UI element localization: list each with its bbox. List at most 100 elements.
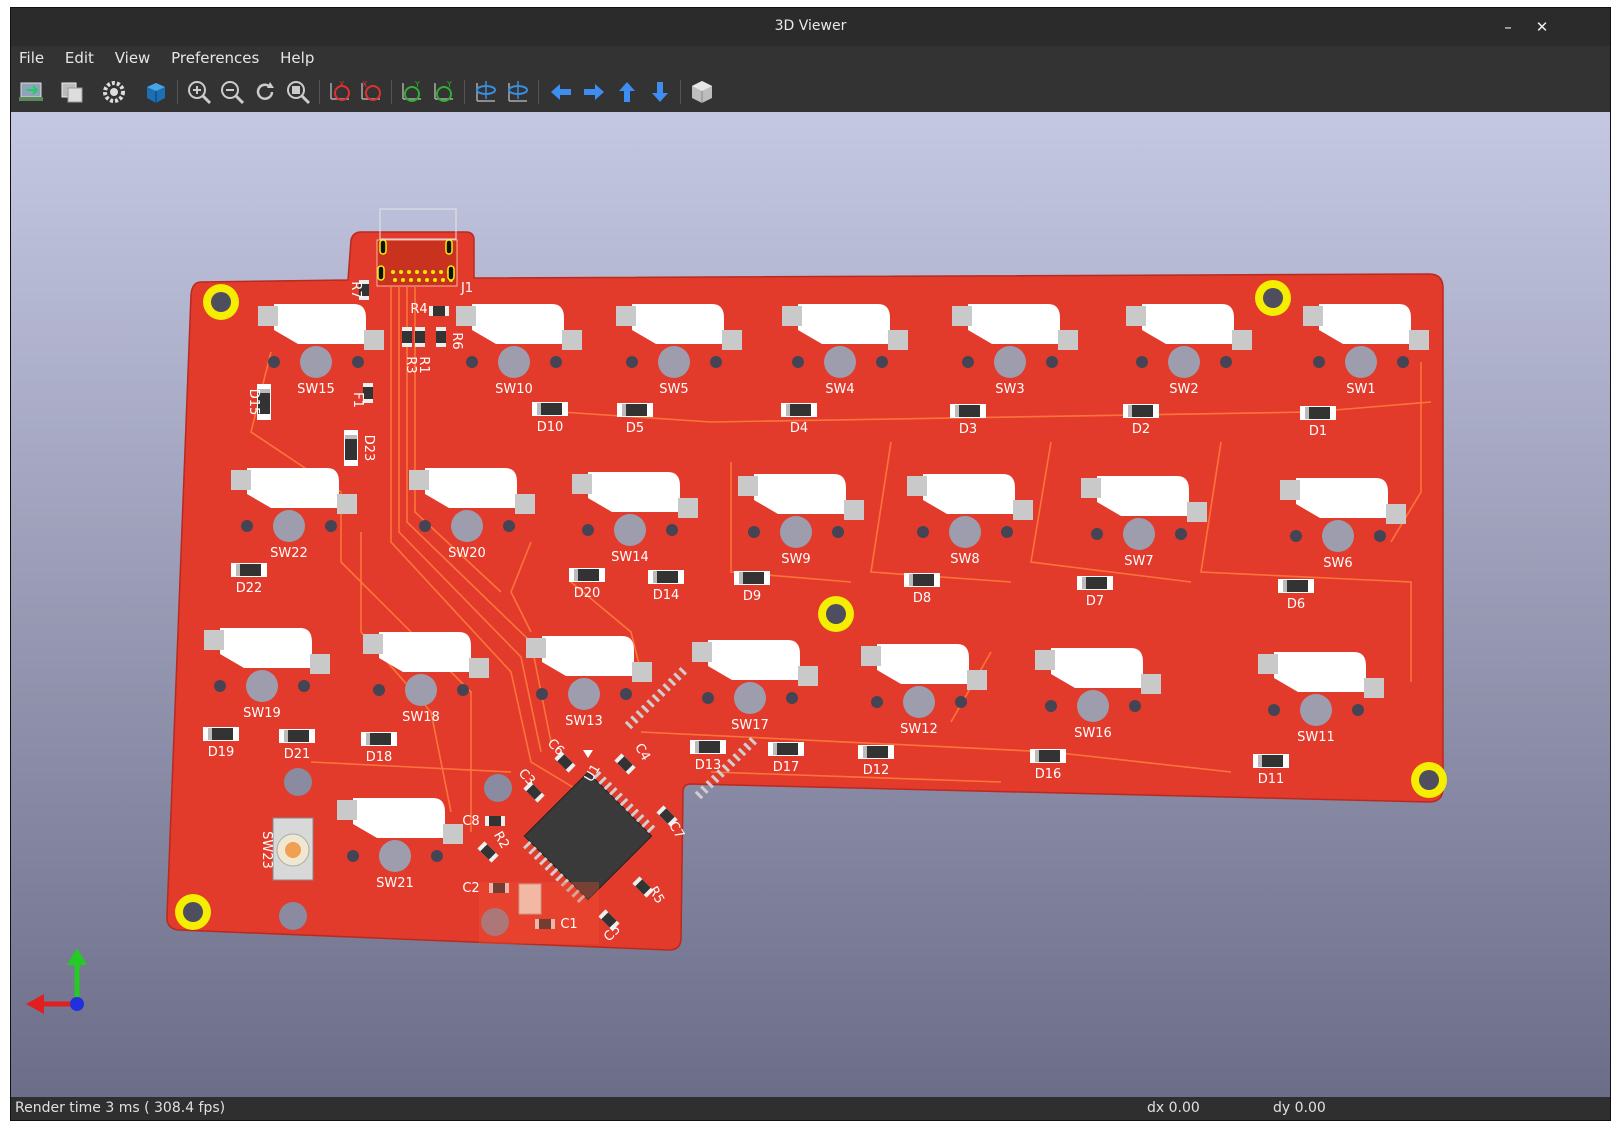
switch-center-hole bbox=[734, 682, 766, 714]
zoom-out-button[interactable] bbox=[217, 77, 247, 107]
switch-keycap bbox=[1097, 476, 1189, 516]
switch-pin-hole bbox=[666, 524, 678, 536]
capacitor-label-c8: C8 bbox=[462, 814, 479, 829]
redraw-button[interactable] bbox=[250, 77, 280, 107]
switch-keycap bbox=[923, 474, 1015, 514]
rotate-x-ccw-button[interactable]: X bbox=[356, 77, 386, 107]
diode-label-d17: D17 bbox=[773, 760, 800, 775]
switch-pad bbox=[1013, 500, 1033, 520]
switch-pin-hole bbox=[1001, 526, 1013, 538]
switch-label-sw19: SW19 bbox=[243, 706, 281, 721]
switch-keycap bbox=[1142, 304, 1234, 344]
switch-label-sw11: SW11 bbox=[1297, 730, 1335, 745]
diode-d10 bbox=[532, 402, 568, 416]
switch-pad bbox=[469, 658, 489, 678]
switch-pad bbox=[204, 630, 224, 650]
window-title: 3D Viewer bbox=[774, 18, 847, 34]
diode-label-d19: D19 bbox=[208, 745, 235, 760]
diode-label-d22: D22 bbox=[236, 581, 263, 596]
switch-pin-hole bbox=[457, 684, 469, 696]
switch-pad bbox=[409, 470, 429, 490]
switch-pad bbox=[364, 330, 384, 350]
switch-pin-hole bbox=[550, 356, 562, 368]
zoom-in-button[interactable] bbox=[184, 77, 214, 107]
switch-center-hole bbox=[246, 670, 278, 702]
switch-pad bbox=[363, 634, 383, 654]
switch-pad bbox=[722, 330, 742, 350]
switch-pin-hole bbox=[702, 692, 714, 704]
diode-label-d14: D14 bbox=[653, 588, 680, 603]
connector-label-j1: J1 bbox=[460, 281, 473, 296]
pan-left-button[interactable] bbox=[546, 77, 576, 107]
switch-pad bbox=[798, 666, 818, 686]
menu-preferences[interactable]: Preferences bbox=[163, 46, 267, 67]
capacitor-c8 bbox=[485, 816, 505, 826]
orthographic-toggle-button[interactable] bbox=[687, 77, 717, 107]
switch-pin-hole bbox=[1268, 704, 1280, 716]
switch-pad bbox=[1058, 330, 1078, 350]
pan-left-icon bbox=[551, 84, 571, 100]
mounting-hole-drill bbox=[211, 292, 231, 312]
pan-right-button[interactable] bbox=[579, 77, 609, 107]
diode-d2 bbox=[1123, 404, 1159, 418]
svg-text:X: X bbox=[362, 80, 368, 89]
rotate-x-cw-button[interactable]: X bbox=[325, 77, 355, 107]
switch-keycap bbox=[754, 474, 846, 514]
switch-pin-hole bbox=[710, 356, 722, 368]
pcb-3d-render[interactable]: SW15 SW10 SW5 SW4 SW3 SW2 SW1 SW22 SW20 SW14 SW9 SW… bbox=[11, 112, 1610, 1097]
switch-keycap bbox=[632, 304, 724, 344]
pan-down-icon bbox=[652, 82, 668, 102]
switch-keycap bbox=[274, 304, 366, 344]
menu-help[interactable]: Help bbox=[272, 46, 322, 67]
copper-fill-zone bbox=[479, 882, 599, 944]
menu-view[interactable]: View bbox=[107, 46, 159, 67]
switch-pad bbox=[443, 824, 463, 844]
diode-d23 bbox=[344, 430, 358, 466]
diode-d12 bbox=[858, 745, 894, 759]
switch-pad bbox=[692, 642, 712, 662]
switch-pin-hole bbox=[347, 850, 359, 862]
switch-pin-hole bbox=[626, 356, 638, 368]
switch-pad bbox=[1386, 504, 1406, 524]
resistor-r4 bbox=[429, 306, 449, 316]
diode-d13 bbox=[690, 740, 726, 754]
pan-up-button[interactable] bbox=[612, 77, 642, 107]
3d-canvas[interactable]: SW15 SW10 SW5 SW4 SW3 SW2 SW1 SW22 SW20 SW14 SW9 SW… bbox=[11, 112, 1610, 1097]
copy-image-button[interactable] bbox=[57, 77, 87, 107]
pan-down-button[interactable] bbox=[645, 77, 675, 107]
diode-d9 bbox=[734, 571, 770, 585]
switch-pin-hole bbox=[786, 692, 798, 704]
switch-pin-hole bbox=[582, 524, 594, 536]
zoom-fit-icon bbox=[287, 81, 311, 105]
switch-center-hole bbox=[300, 346, 332, 378]
menu-edit[interactable]: Edit bbox=[57, 46, 102, 67]
diode-d5 bbox=[617, 403, 653, 417]
switch-label-sw17: SW17 bbox=[731, 718, 769, 733]
mounting-hole-drill bbox=[183, 902, 203, 922]
switch-pin-hole bbox=[1091, 528, 1103, 540]
reload-board-button[interactable] bbox=[17, 77, 47, 107]
switch-center-hole bbox=[824, 346, 856, 378]
switch-pad bbox=[572, 474, 592, 494]
settings-button[interactable] bbox=[99, 77, 129, 107]
menu-file[interactable]: File bbox=[11, 46, 52, 67]
rotate-y-cw-button[interactable]: Y bbox=[397, 77, 427, 107]
zoom-fit-button[interactable] bbox=[283, 77, 313, 107]
raytracing-button[interactable] bbox=[141, 77, 171, 107]
close-button[interactable]: ✕ bbox=[1529, 15, 1555, 39]
switch-center-hole bbox=[568, 678, 600, 710]
toolbar: X X Y Y bbox=[11, 72, 1610, 113]
resistor-label-r4: R4 bbox=[410, 302, 427, 317]
switch-center-hole bbox=[1322, 520, 1354, 552]
rotate-z-ccw-button[interactable] bbox=[503, 77, 533, 107]
rotate-y-ccw-button[interactable]: Y bbox=[429, 77, 459, 107]
switch-pin-hole bbox=[466, 356, 478, 368]
switch-keycap bbox=[379, 632, 471, 672]
switch-label-sw21: SW21 bbox=[376, 876, 414, 891]
switch-center-hole bbox=[780, 516, 812, 548]
diode-d22 bbox=[231, 563, 267, 577]
reset-switch-sw23 bbox=[272, 817, 314, 881]
minimize-button[interactable]: – bbox=[1495, 15, 1521, 39]
rotate-z-cw-button[interactable] bbox=[471, 77, 501, 107]
switch-pin-hole bbox=[241, 520, 253, 532]
